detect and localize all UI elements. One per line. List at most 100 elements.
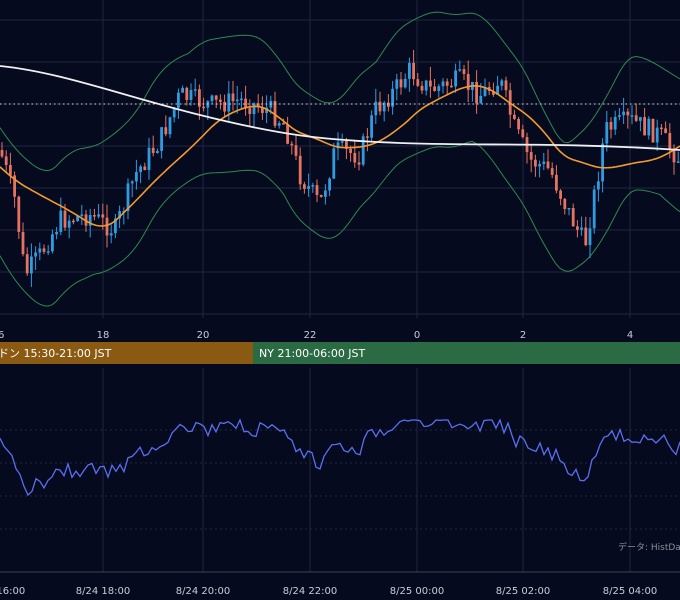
- candle-body-1: [4, 156, 8, 166]
- candle-body-138: [580, 227, 583, 230]
- candle-body-87: [366, 136, 369, 138]
- candle-body-81: [340, 141, 344, 143]
- candle-body-92: [387, 102, 390, 107]
- session-label-london: ドン 15:30-21:00 JST: [0, 347, 112, 360]
- candle-body-158: [664, 128, 667, 134]
- candle-body-122: [513, 114, 516, 119]
- candle-body-34: [143, 166, 147, 170]
- session-bar: ドン 15:30-21:00 JST NY 21:00-06:00 JST: [0, 342, 680, 364]
- candle-body-99: [416, 79, 420, 86]
- candle-body-23: [97, 214, 100, 217]
- candle-body-14: [59, 210, 63, 232]
- candle-body-135: [567, 207, 571, 210]
- candle-body-108: [454, 70, 457, 87]
- candle-body-149: [626, 111, 630, 116]
- candle-body-54: [227, 93, 231, 112]
- candle-body-22: [93, 215, 96, 217]
- candle-body-151: [634, 115, 638, 121]
- candle-body-141: [592, 189, 596, 229]
- candle-body-25: [105, 217, 109, 236]
- candle-body-88: [370, 115, 373, 138]
- candle-body-98: [412, 62, 415, 80]
- candle-body-60: [252, 103, 256, 115]
- price-x-tick-3: 22: [304, 330, 317, 341]
- candle-body-74: [311, 185, 315, 187]
- candle-body-69: [290, 143, 294, 146]
- osc-x-tick-2: 8/24 20:00: [176, 586, 230, 597]
- candle-body-50: [210, 95, 214, 102]
- candle-body-143: [601, 143, 604, 182]
- candle-body-72: [303, 184, 306, 189]
- candle-body-146: [613, 116, 617, 130]
- candle-body-70: [294, 145, 298, 156]
- candle-body-8: [34, 252, 37, 257]
- osc-x-tick-1: 8/24 18:00: [76, 586, 130, 597]
- candle-body-148: [622, 111, 625, 116]
- candle-body-128: [538, 164, 541, 167]
- price-x-tick-0: 16: [0, 330, 4, 341]
- candle-body-24: [101, 214, 105, 218]
- candle-body-152: [639, 117, 642, 121]
- candle-body-105: [441, 81, 445, 87]
- candle-body-85: [357, 162, 361, 165]
- candle-body-139: [584, 227, 588, 246]
- candle-body-144: [605, 122, 609, 144]
- candle-body-17: [72, 220, 75, 223]
- candle-body-33: [139, 166, 142, 173]
- candle-body-106: [445, 81, 449, 86]
- candle-body-46: [193, 89, 197, 91]
- candle-body-19: [80, 214, 84, 216]
- osc-x-tick-5: 8/25 02:00: [496, 586, 550, 597]
- candle-body-123: [517, 118, 520, 130]
- candle-body-78: [328, 178, 331, 191]
- candle-body-2: [9, 165, 12, 176]
- osc-x-tick-0: 8/24 16:00: [0, 586, 25, 597]
- candle-body-13: [55, 231, 58, 235]
- price-x-tick-5: 2: [520, 330, 526, 341]
- candle-body-11: [46, 251, 50, 253]
- candle-body-15: [63, 210, 67, 228]
- candle-body-31: [130, 181, 134, 184]
- candle-body-120: [504, 80, 508, 91]
- candle-body-26: [109, 233, 113, 236]
- candle-body-32: [135, 172, 138, 182]
- candle-body-156: [655, 127, 659, 143]
- candle-body-52: [219, 99, 222, 102]
- candle-body-45: [189, 90, 193, 100]
- candle-body-12: [51, 234, 54, 252]
- candle-body-114: [479, 95, 483, 104]
- candle-body-161: [676, 161, 680, 163]
- candle-body-126: [529, 152, 533, 160]
- candle-body-7: [30, 256, 33, 274]
- candle-body-150: [630, 115, 634, 117]
- candle-body-137: [576, 226, 579, 230]
- candle-body-37: [156, 150, 159, 154]
- candle-body-59: [248, 108, 252, 115]
- candle-body-154: [647, 118, 651, 136]
- price-x-tick-2: 20: [197, 330, 210, 341]
- candle-body-157: [660, 127, 663, 130]
- candle-body-73: [307, 186, 310, 189]
- candle-body-43: [181, 87, 184, 93]
- candle-body-57: [240, 98, 243, 101]
- candle-body-145: [609, 122, 613, 130]
- candle-body-75: [315, 185, 319, 196]
- candle-body-153: [643, 117, 646, 136]
- candle-body-129: [542, 161, 546, 165]
- candle-body-101: [424, 80, 428, 91]
- candle-body-132: [555, 174, 558, 191]
- candle-body-0: [0, 150, 4, 157]
- candle-body-100: [420, 85, 424, 91]
- osc-x-tick-4: 8/25 00:00: [390, 586, 444, 597]
- candle-body-119: [500, 80, 504, 86]
- candle-body-10: [42, 248, 46, 252]
- candle-body-90: [378, 101, 382, 112]
- chart-stage: 16 18 20 22 0 2 4 ドン 15:30-21:00 JST NY 21:00-…: [0, 0, 680, 600]
- candle-body-131: [550, 168, 554, 175]
- data-credit: データ: HistDa: [618, 541, 680, 553]
- candle-body-103: [433, 86, 436, 91]
- candle-body-96: [403, 78, 407, 88]
- candle-body-55: [231, 93, 235, 102]
- candle-body-140: [588, 228, 592, 246]
- osc-x-tick-3: 8/24 22:00: [283, 586, 337, 597]
